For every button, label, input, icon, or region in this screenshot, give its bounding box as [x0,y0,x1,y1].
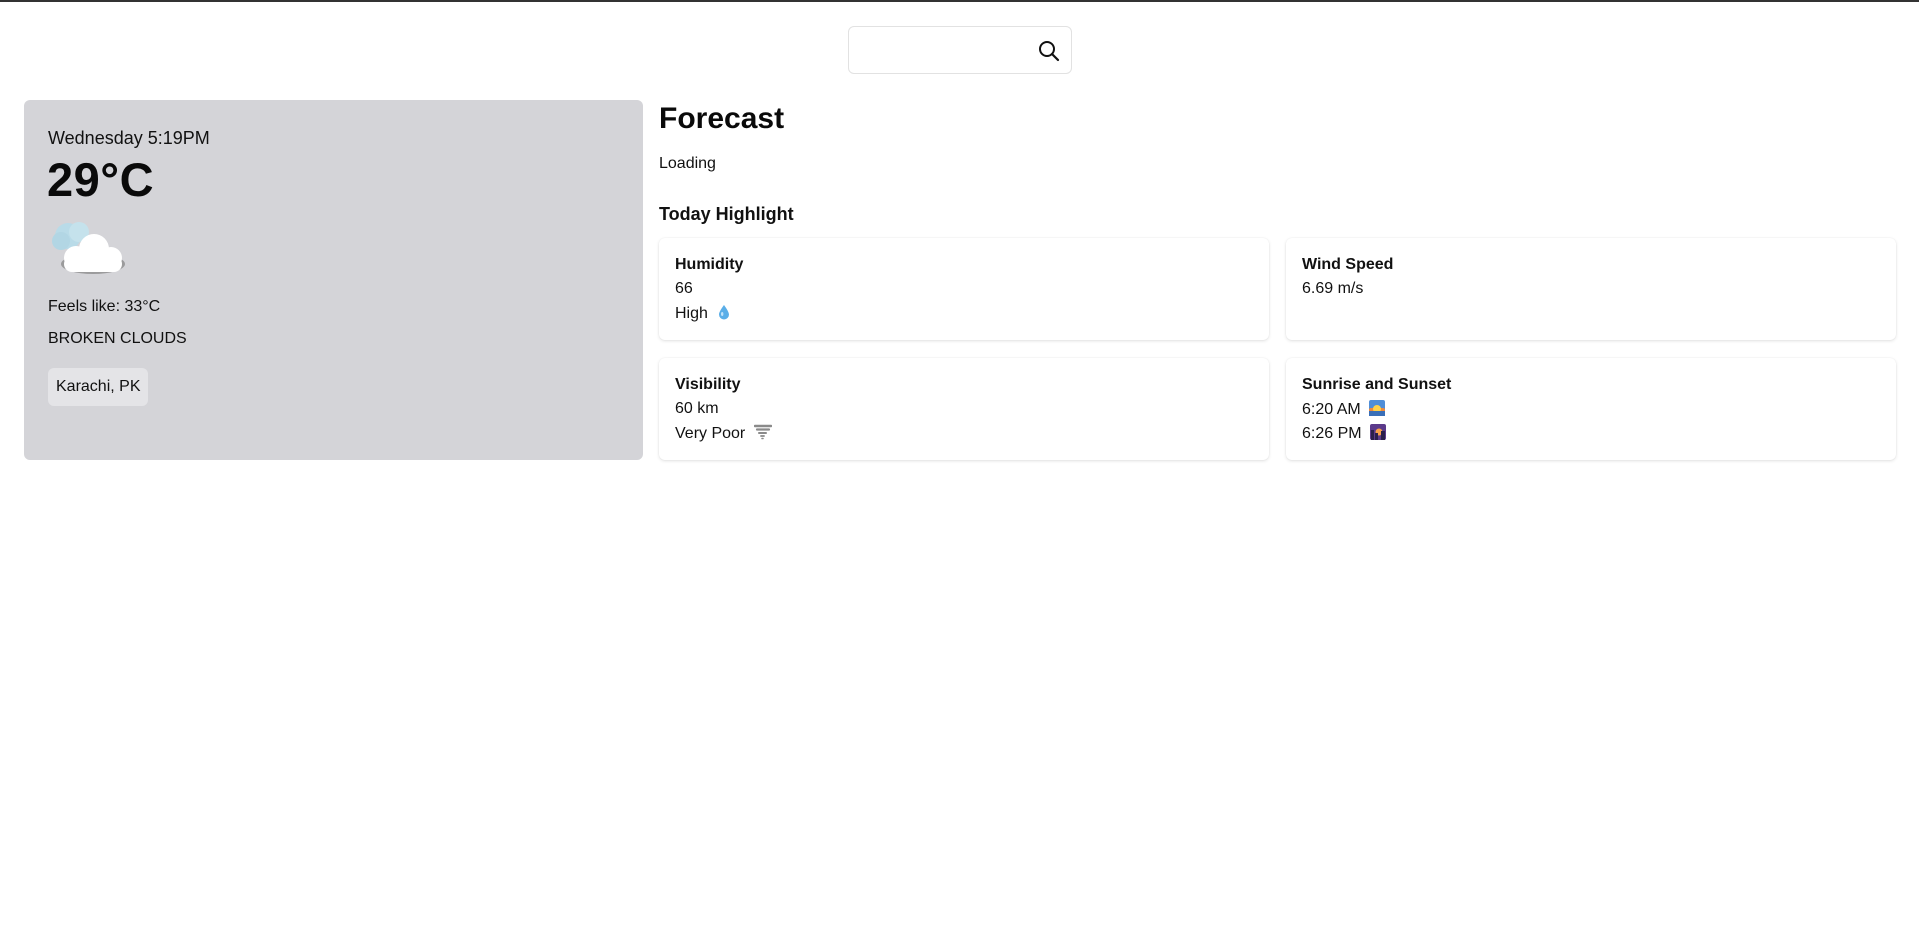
humidity-value: 66 [675,280,693,297]
sunset-icon [1370,424,1387,440]
search-bar [848,26,1072,74]
humidity-label: Humidity [675,256,744,273]
humidity-level-text: High [675,305,708,322]
sunrise-row: 6:20 AM [1302,400,1386,419]
top-border [0,0,1919,2]
visibility-card: Visibility 60 km Very Poor [659,358,1269,460]
tornado-icon [753,424,772,440]
search-icon [1039,41,1060,62]
day-time: Wednesday 5:19PM [48,128,210,148]
search-button[interactable] [1035,37,1063,65]
highlights-heading: Today Highlight [659,204,794,224]
forecast-heading: Forecast [659,102,785,135]
sunrise-sunset-label: Sunrise and Sunset [1302,376,1452,393]
sunset-time: 6:26 PM [1302,425,1362,442]
location-chip: Karachi, PK [48,368,149,406]
visibility-value: 60 km [675,400,719,417]
wind-speed-value: 6.69 m/s [1302,280,1364,297]
wind-speed-card: Wind Speed 6.69 m/s [1286,238,1896,340]
humidity-level: High [675,304,732,323]
sunrise-icon [1369,400,1386,416]
search-input[interactable] [857,35,1021,67]
forecast-status: Loading [659,155,716,172]
broken-clouds-icon [52,222,125,274]
sunrise-sunset-card: Sunrise and Sunset 6:20 AM 6:26 PM [1286,358,1896,460]
wind-speed-label: Wind Speed [1302,256,1394,273]
humidity-card: Humidity 66 High [659,238,1269,340]
sunrise-time: 6:20 AM [1302,401,1361,418]
sunset-row: 6:26 PM [1302,424,1387,443]
visibility-level-text: Very Poor [675,425,746,442]
water-drop-icon [719,305,730,320]
weather-description: BROKEN CLOUDS [48,330,187,347]
visibility-label: Visibility [675,376,741,393]
current-weather-card: Wednesday 5:19PM 29°C Feels like: 33°C B… [24,100,643,460]
feels-like: Feels like: 33°C [48,298,161,315]
visibility-level: Very Poor [675,424,772,443]
current-temperature: 29°C [47,153,155,206]
